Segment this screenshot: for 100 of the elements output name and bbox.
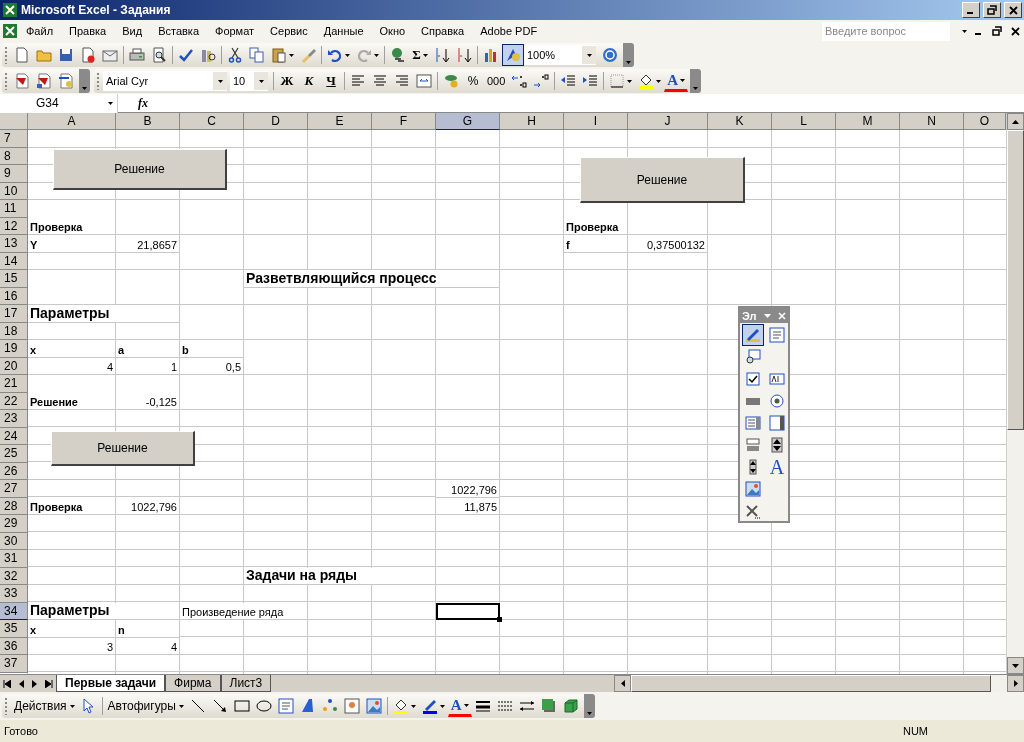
tools-icon [745,503,761,519]
close-icon [1010,26,1020,36]
row-header[interactable]: 15 [0,270,28,288]
horizontal-scrollbar[interactable] [614,675,1024,692]
menu-item[interactable]: Окно [371,25,414,37]
help-search-field[interactable]: Введите вопрос [822,21,950,41]
row-header[interactable]: 21 [0,375,28,393]
merge-cells-icon [416,73,432,89]
design-mode-button[interactable] [742,324,764,346]
form-button[interactable]: Решение [580,157,745,203]
menu-item[interactable]: Файл [18,25,62,37]
column-header[interactable]: K [708,113,772,130]
caret-icon [439,704,445,708]
arrow-style-icon [518,698,535,714]
menu-item[interactable]: Сервис [262,25,316,37]
scroll-right-icon [1013,680,1018,687]
help-icon [602,47,618,63]
caret-icon [627,79,633,83]
email-icon [102,47,118,63]
minimize-button[interactable] [962,2,980,18]
column-header[interactable]: F [372,113,436,130]
sort-descending-icon [456,47,472,63]
row-header[interactable]: 13 [0,235,28,253]
spinner-icon [769,437,785,453]
column-header[interactable]: E [308,113,372,130]
sheet-tab[interactable]: Фирма [165,674,221,692]
form-button[interactable]: Решение [53,149,227,190]
column-header[interactable]: I [564,113,628,130]
row-header[interactable]: 33 [0,585,28,603]
column-header[interactable]: M [836,113,900,130]
percent-button[interactable]: % [462,70,484,92]
column-header[interactable]: D [244,113,308,130]
menu-item[interactable]: Вид [114,25,151,37]
restore-icon [987,5,997,15]
row-header[interactable]: 23 [0,410,28,428]
menu-item[interactable]: Вставка [150,25,207,37]
row-header[interactable]: 27 [0,480,28,498]
column-header[interactable]: G [436,113,500,130]
text-box-icon [769,327,785,343]
underline-button[interactable]: Ч [320,70,342,92]
column-header[interactable]: A [28,113,116,130]
column-header[interactable]: O [964,113,1006,130]
font-field[interactable]: Arial Cyr [103,71,227,91]
sheet-tab[interactable]: Лист3 [220,674,272,692]
close-button[interactable] [1004,2,1022,18]
row-header[interactable]: 7 [0,130,28,148]
line-icon [189,698,206,714]
column-header[interactable]: J [628,113,708,130]
row-header[interactable]: 19 [0,340,28,358]
text-field-icon [769,371,785,387]
row-header[interactable]: 9 [0,165,28,183]
wordart-icon [299,698,316,714]
row-header[interactable]: 35 [0,620,28,638]
menu-item[interactable]: Правка [61,25,115,37]
menu-item[interactable]: Формат [207,25,263,37]
image-button[interactable] [742,478,764,500]
row-header[interactable]: 17 [0,305,28,323]
restore-button[interactable] [983,2,1001,18]
next-icon [31,679,39,688]
bold-button[interactable]: Ж [276,70,298,92]
label-button[interactable]: A [766,456,788,478]
row-header[interactable]: 29 [0,515,28,533]
caret-icon [258,79,264,83]
drawing-tools-button[interactable] [502,44,524,66]
clip-art-icon [343,698,360,714]
rectangle-icon [233,698,250,714]
menu-item[interactable]: Adobe PDF [472,25,546,37]
italic-button[interactable]: К [298,70,320,92]
thousands-button[interactable]: 000 [484,70,509,92]
row-header[interactable]: 37 [0,655,28,673]
oval-icon [255,698,272,714]
row-header[interactable]: 31 [0,550,28,568]
column-header[interactable]: B [116,113,180,130]
menu-item[interactable]: Справка [413,25,473,37]
active-cell[interactable] [436,602,500,620]
scroll-up-icon [1012,119,1019,124]
zoom-field[interactable]: 100% [524,45,596,65]
column-header[interactable]: C [180,113,244,130]
autosum-button[interactable]: Σ [409,44,431,66]
combo-box-button[interactable] [766,412,788,434]
caret-icon [69,704,75,708]
image-icon [745,481,761,497]
row-header[interactable]: 11 [0,200,28,218]
row-header[interactable]: 25 [0,445,28,463]
actions-menu-button[interactable]: Действия [11,695,78,717]
column-header[interactable]: L [772,113,836,130]
column-header[interactable]: H [500,113,564,130]
sheet-tab[interactable]: Первые задачи [56,674,166,692]
form-button[interactable]: Решение [51,431,195,466]
font-size-field[interactable]: 10 [230,71,268,91]
menu-item[interactable]: Данные [315,25,372,37]
vertical-scrollbar[interactable] [1006,113,1024,674]
shadow-icon [540,698,557,714]
scissors-icon [227,47,243,63]
decrease-decimal-icon [533,73,550,89]
caret-icon [108,101,113,105]
copy-icon [249,47,265,63]
autoshapes-menu-button[interactable]: Автофигуры [104,695,187,717]
column-header[interactable]: N [900,113,964,130]
font-color-button[interactable]: A [447,695,472,717]
